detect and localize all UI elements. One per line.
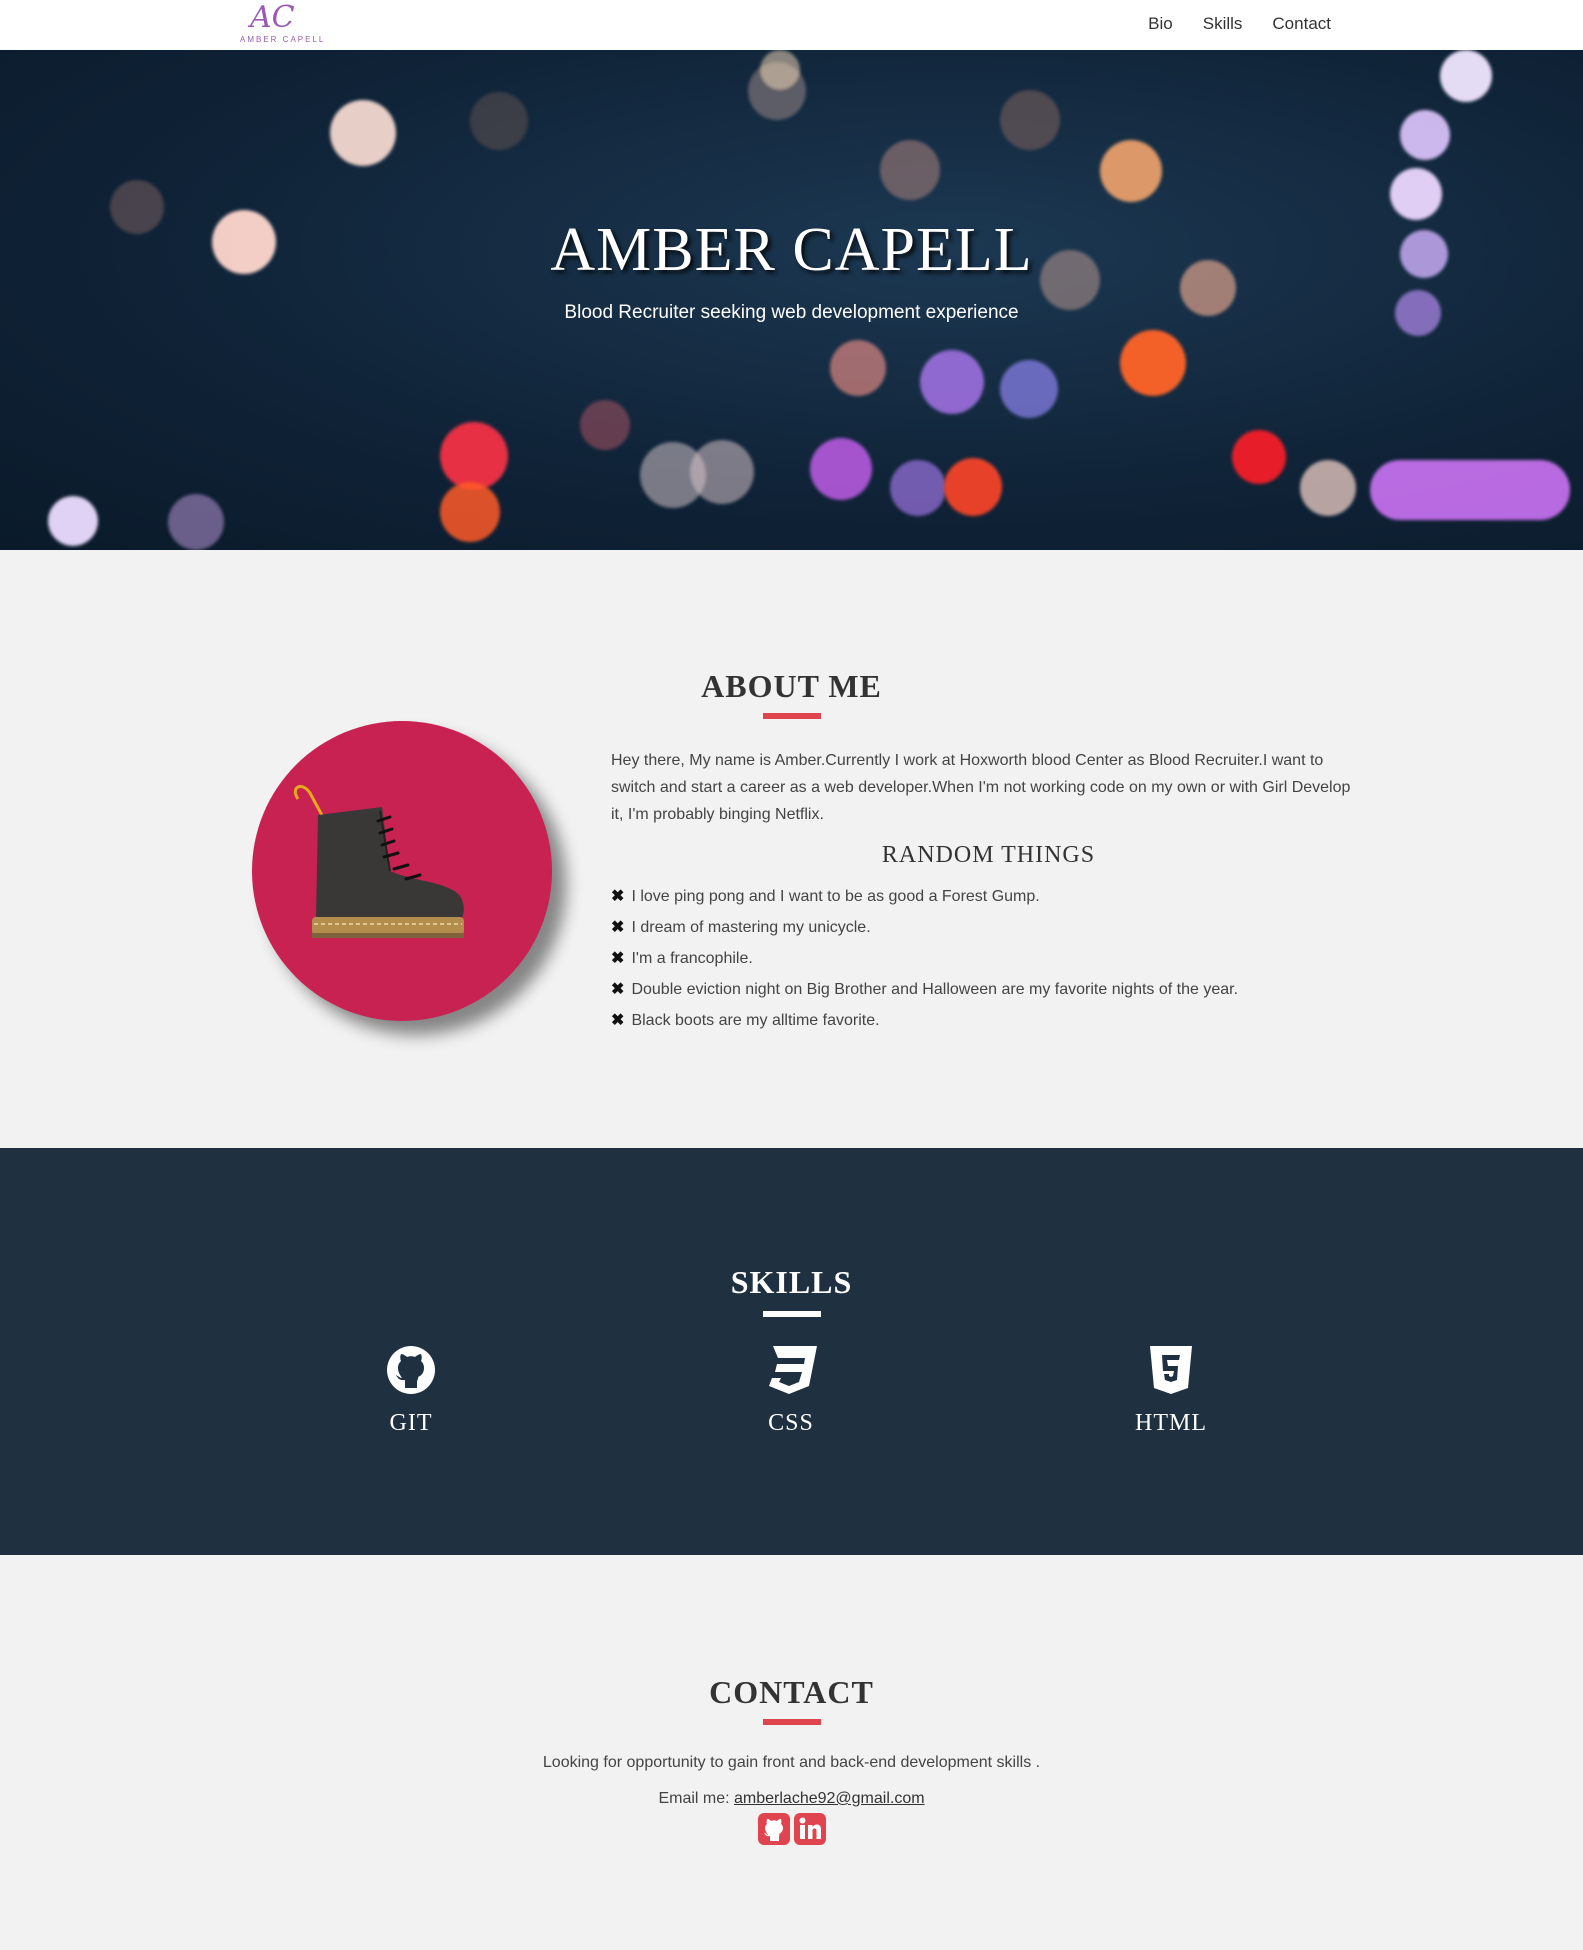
hero-title: AMBER CAPELL [550,216,1033,284]
x-icon: ✖ [611,919,625,936]
logo-monogram: AC [250,0,295,35]
site-logo[interactable]: AC AMBER CAPELL [238,0,323,46]
css3-icon [769,1346,817,1394]
random-things-title: RANDOM THINGS [881,842,1096,868]
random-things-list: ✖ I love ping pong and I want to be as g… [611,884,1238,1039]
list-item: ✖ I love ping pong and I want to be as g… [611,884,1238,915]
skill-label: HTML [1135,1410,1207,1436]
github-icon [387,1346,435,1394]
skill-label: CSS [768,1410,814,1436]
list-item: ✖ I'm a francophile. [611,946,1238,977]
list-item: ✖ Double eviction night on Big Brother a… [611,977,1238,1008]
skills-underline [763,1311,821,1317]
list-item: ✖ I dream of mastering my unicycle. [611,915,1238,946]
x-icon: ✖ [611,981,625,998]
bio-paragraph: Hey there, My name is Amber.Currently I … [611,752,1351,823]
contact-title: CONTACT [709,1674,874,1710]
email-label: Email me: [658,1790,730,1807]
avatar [252,721,552,1021]
about-underline [763,713,821,719]
skill-css: CSS [701,1344,881,1437]
email-link[interactable]: amberlache92@gmail.com [734,1790,925,1807]
hero-subtitle: Blood Recruiter seeking web development … [564,302,1019,323]
skill-label: GIT [389,1410,433,1436]
linkedin-square-icon[interactable] [794,1813,826,1845]
logo-wordmark: AMBER CAPELL [240,35,326,44]
about-title: ABOUT ME [701,668,882,704]
social-links [758,1813,826,1845]
hero-banner: AMBER CAPELL Blood Recruiter seeking web… [0,50,1583,550]
html5-icon [1150,1346,1192,1394]
boot-icon [293,784,464,938]
nav-link-skills[interactable]: Skills [1203,14,1243,34]
nav-link-bio[interactable]: Bio [1148,14,1173,34]
nav-links: Bio Skills Contact [1148,14,1331,34]
contact-email-line: Email me: amberlache92@gmail.com [0,1790,1583,1808]
list-item: ✖ Black boots are my alltime favorite. [611,1008,1238,1039]
skills-title: SKILLS [730,1264,853,1300]
skill-git: GIT [321,1344,501,1437]
x-icon: ✖ [611,950,625,967]
skill-html: HTML [1081,1344,1261,1437]
nav-link-contact[interactable]: Contact [1272,14,1331,34]
skills-section: SKILLS GIT CSS HTML [0,1148,1583,1555]
x-icon: ✖ [611,1012,625,1029]
top-navbar: AC AMBER CAPELL Bio Skills Contact [0,0,1583,50]
github-square-icon[interactable] [758,1813,790,1845]
contact-underline [763,1719,821,1725]
contact-message: Looking for opportunity to gain front an… [542,1754,1041,1771]
x-icon: ✖ [611,888,625,905]
